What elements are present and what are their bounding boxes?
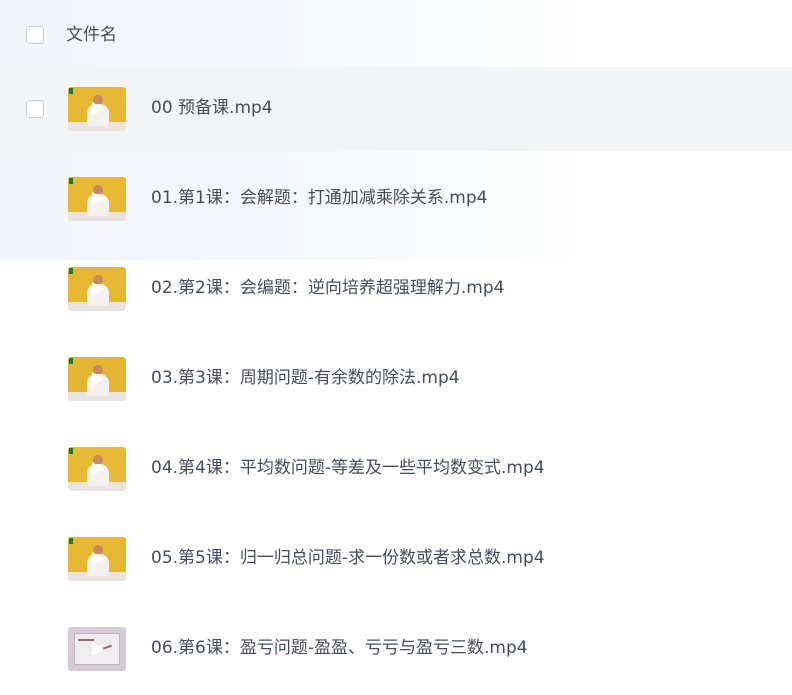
play-icon: [92, 282, 104, 296]
file-name[interactable]: 02.第2课：会编题：逆向培养超强理解力.mp4: [151, 277, 504, 299]
file-name[interactable]: 06.第6课：盈亏问题-盈盈、亏亏与盈亏三数.mp4: [151, 637, 528, 659]
file-name[interactable]: 01.第1课：会解题：打通加减乘除关系.mp4: [151, 187, 487, 209]
file-row[interactable]: 00 预备课.mp4: [12, 67, 792, 151]
file-row[interactable]: 01.第1课：会解题：打通加减乘除关系.mp4: [12, 157, 792, 241]
video-thumbnail[interactable]: [68, 267, 126, 311]
file-checkbox[interactable]: [26, 100, 44, 118]
play-icon: [92, 642, 104, 656]
video-thumbnail[interactable]: [68, 177, 126, 221]
file-list-header: 文件名: [0, 0, 792, 68]
filename-column-header[interactable]: 文件名: [66, 24, 117, 46]
video-thumbnail[interactable]: [68, 447, 126, 491]
whiteboard-video-thumbnail[interactable]: [68, 627, 126, 671]
play-icon: [92, 462, 104, 476]
video-thumbnail[interactable]: [68, 87, 126, 131]
file-row[interactable]: 04.第4课：平均数问题-等差及一些平均数变式.mp4: [12, 427, 792, 511]
play-icon: [92, 372, 104, 386]
file-row[interactable]: 06.第6课：盈亏问题-盈盈、亏亏与盈亏三数.mp4: [12, 607, 792, 691]
file-row[interactable]: 03.第3课：周期问题-有余数的除法.mp4: [12, 337, 792, 421]
play-icon: [92, 192, 104, 206]
file-name[interactable]: 03.第3课：周期问题-有余数的除法.mp4: [151, 367, 460, 389]
video-thumbnail[interactable]: [68, 537, 126, 581]
file-name[interactable]: 00 预备课.mp4: [151, 97, 273, 119]
file-row[interactable]: 02.第2课：会编题：逆向培养超强理解力.mp4: [12, 247, 792, 331]
file-row[interactable]: 05.第5课：归一归总问题-求一份数或者求总数.mp4: [12, 517, 792, 601]
select-all-checkbox[interactable]: [26, 26, 44, 44]
play-icon: [92, 552, 104, 566]
play-icon: [92, 102, 104, 116]
file-name[interactable]: 04.第4课：平均数问题-等差及一些平均数变式.mp4: [151, 457, 545, 479]
file-name[interactable]: 05.第5课：归一归总问题-求一份数或者求总数.mp4: [151, 547, 545, 569]
video-thumbnail[interactable]: [68, 357, 126, 401]
